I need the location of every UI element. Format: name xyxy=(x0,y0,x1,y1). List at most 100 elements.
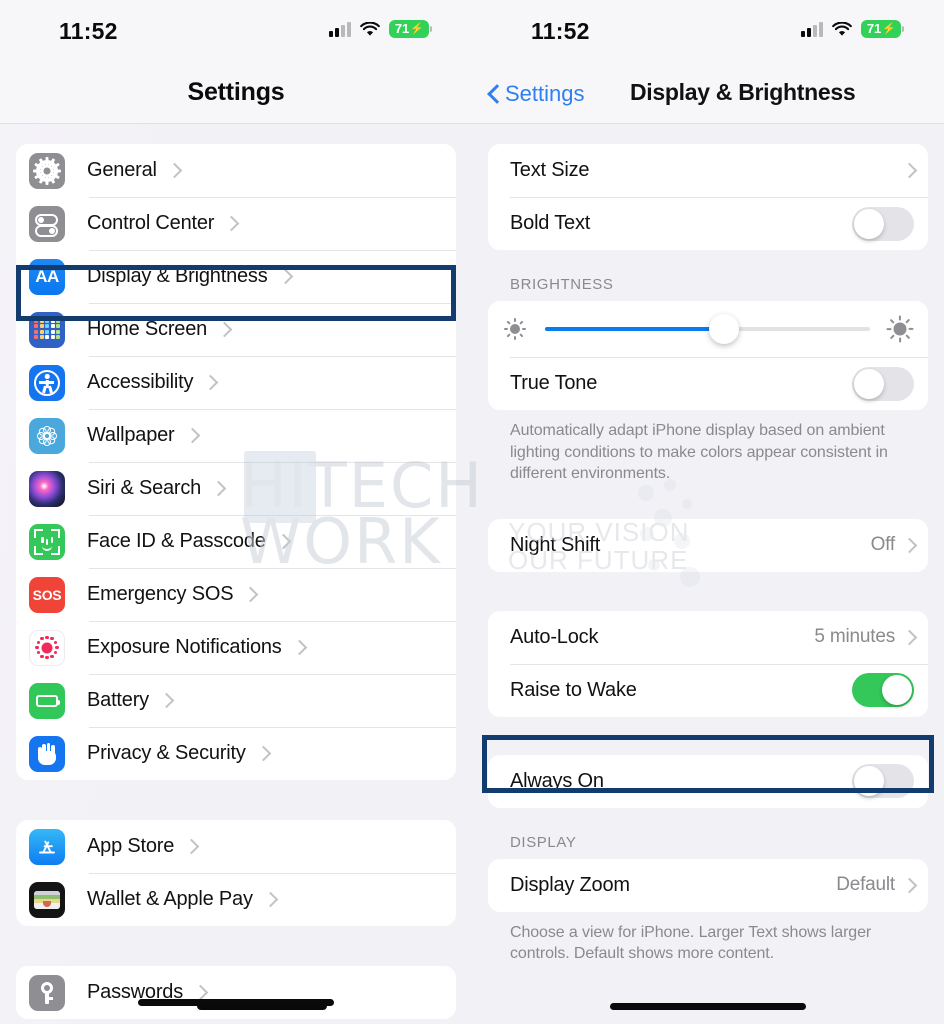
page-title: Settings xyxy=(187,78,285,106)
chevron-right-icon xyxy=(265,891,275,908)
cellular-bars-icon xyxy=(800,21,823,37)
section-footer-true-tone: Automatically adapt iPhone display based… xyxy=(510,422,888,483)
sidebar-item-wallpaper[interactable]: Wallpaper xyxy=(16,409,456,462)
display-brightness-icon: AA xyxy=(29,258,65,295)
row-true-tone[interactable]: True Tone xyxy=(488,357,928,410)
section-header-display: DISPLAY xyxy=(510,833,577,851)
page-title: Display & Brightness xyxy=(630,79,856,105)
sidebar-item-battery[interactable]: Battery xyxy=(16,674,456,727)
settings-group-stores: App Store Wallet & Apple Pay xyxy=(16,820,456,926)
privacy-security-icon xyxy=(29,735,65,772)
battery-percent: 71 xyxy=(866,21,882,36)
screenshot-root: 11:52 71 ⚡ Settings General Control Cent… xyxy=(0,0,944,1024)
row-bold-text[interactable]: Bold Text xyxy=(488,197,928,250)
sun-small-icon xyxy=(501,315,529,343)
chevron-right-icon xyxy=(294,639,304,656)
nav-bar-left: Settings xyxy=(0,62,472,124)
sidebar-item-general[interactable]: General xyxy=(16,144,456,197)
battery-status-icon: 71 ⚡ xyxy=(860,20,905,39)
settings-group-system: General Control Center AA Display & Brig… xyxy=(16,144,456,780)
accessibility-icon xyxy=(29,364,65,401)
chevron-right-icon xyxy=(904,629,914,646)
row-auto-lock[interactable]: Auto-Lock 5 minutes xyxy=(488,611,928,664)
true-tone-toggle[interactable] xyxy=(852,366,914,401)
sidebar-item-display-brightness[interactable]: AA Display & Brightness xyxy=(16,250,456,303)
sidebar-item-passwords[interactable]: Passwords xyxy=(16,966,456,1019)
chevron-right-icon xyxy=(245,586,255,603)
settings-group-text: Text Size Bold Text xyxy=(488,144,928,250)
row-label: Display Zoom xyxy=(510,873,630,896)
row-label: Text Size xyxy=(510,159,590,181)
settings-list-content: General Control Center AA Display & Brig… xyxy=(0,124,472,1019)
exposure-notifications-icon xyxy=(29,629,65,666)
sidebar-item-privacy-security[interactable]: Privacy & Security xyxy=(16,727,456,780)
settings-group-always-on: Always On xyxy=(488,754,928,808)
status-bar-right: 11:52 71 ⚡ xyxy=(472,0,944,62)
sidebar-item-label: Wallet & Apple Pay xyxy=(87,888,253,910)
sidebar-item-label: Face ID & Passcode xyxy=(87,530,266,552)
cellular-bars-icon xyxy=(328,21,351,37)
brightness-slider[interactable] xyxy=(545,314,870,344)
top-spacer xyxy=(488,124,928,144)
chevron-right-icon xyxy=(258,745,268,762)
sidebar-item-label: Emergency SOS xyxy=(87,583,234,605)
chevron-right-icon xyxy=(904,537,914,554)
row-always-on[interactable]: Always On xyxy=(488,755,928,808)
sidebar-item-wallet-apple-pay[interactable]: Wallet & Apple Pay xyxy=(16,873,456,926)
chevron-right-icon xyxy=(161,692,171,709)
back-button-label: Settings xyxy=(505,81,585,106)
row-text-size[interactable]: Text Size xyxy=(488,144,928,197)
sidebar-item-label: Wallpaper xyxy=(87,424,175,446)
display-icon-text: AA xyxy=(35,266,59,286)
chevron-right-icon xyxy=(205,374,215,391)
sidebar-item-label: Privacy & Security xyxy=(87,742,246,764)
chevron-right-icon xyxy=(278,533,288,550)
row-night-shift[interactable]: Night Shift Off xyxy=(488,519,928,572)
sidebar-item-label: General xyxy=(87,159,157,181)
right-pane-display-brightness: 11:52 71⚡ Settings Display & Brightness xyxy=(472,0,944,1024)
back-button[interactable]: Settings xyxy=(488,81,585,107)
settings-group-brightness: True Tone xyxy=(488,301,928,410)
sidebar-item-face-id-passcode[interactable]: Face ID & Passcode xyxy=(16,515,456,568)
sidebar-item-accessibility[interactable]: Accessibility xyxy=(16,356,456,409)
home-indicator-right xyxy=(610,1003,806,1010)
sidebar-item-label: Battery xyxy=(87,689,149,711)
sidebar-item-label: Siri & Search xyxy=(87,477,202,499)
sidebar-item-siri-search[interactable]: Siri & Search xyxy=(16,462,456,515)
sidebar-item-label: App Store xyxy=(87,835,175,857)
chevron-right-icon xyxy=(904,162,914,179)
always-on-toggle[interactable] xyxy=(852,764,914,799)
battery-status-icon: 71 ⚡ xyxy=(388,20,433,39)
wallet-icon xyxy=(29,881,65,918)
sidebar-item-app-store[interactable]: App Store xyxy=(16,820,456,873)
app-store-icon xyxy=(29,828,65,865)
row-label: True Tone xyxy=(510,372,598,394)
row-raise-to-wake[interactable]: Raise to Wake xyxy=(488,663,928,717)
sidebar-item-exposure-notifications[interactable]: Exposure Notifications xyxy=(16,621,456,674)
sidebar-item-label: Accessibility xyxy=(87,371,194,393)
battery-icon xyxy=(29,682,65,719)
status-indicators: 71 ⚡ xyxy=(800,20,905,39)
wifi-icon xyxy=(831,21,852,37)
sidebar-item-control-center[interactable]: Control Center xyxy=(16,197,456,250)
siri-icon xyxy=(29,470,65,507)
gear-icon xyxy=(29,152,65,189)
sun-large-icon xyxy=(886,315,914,343)
row-value: 5 minutes xyxy=(814,626,895,648)
row-brightness-slider[interactable] xyxy=(488,301,928,357)
sidebar-item-emergency-sos[interactable]: SOS Emergency SOS xyxy=(16,568,456,621)
chevron-right-icon xyxy=(219,321,229,338)
status-indicators: 71 ⚡ xyxy=(328,20,433,39)
home-screen-icon xyxy=(29,311,65,348)
section-header-brightness: BRIGHTNESS xyxy=(510,276,614,293)
sidebar-item-home-screen[interactable]: Home Screen xyxy=(16,303,456,356)
bold-text-toggle[interactable] xyxy=(852,206,914,241)
home-indicator-left xyxy=(138,999,334,1006)
chevron-right-icon xyxy=(904,877,914,894)
raise-to-wake-toggle[interactable] xyxy=(852,673,914,708)
chevron-left-icon xyxy=(488,84,500,104)
brightness-slider-knob[interactable] xyxy=(708,314,739,344)
settings-group-night-shift: Night Shift Off xyxy=(488,518,928,572)
row-display-zoom[interactable]: Display Zoom Default xyxy=(488,859,928,912)
settings-group-passwords: Passwords xyxy=(16,966,456,1019)
